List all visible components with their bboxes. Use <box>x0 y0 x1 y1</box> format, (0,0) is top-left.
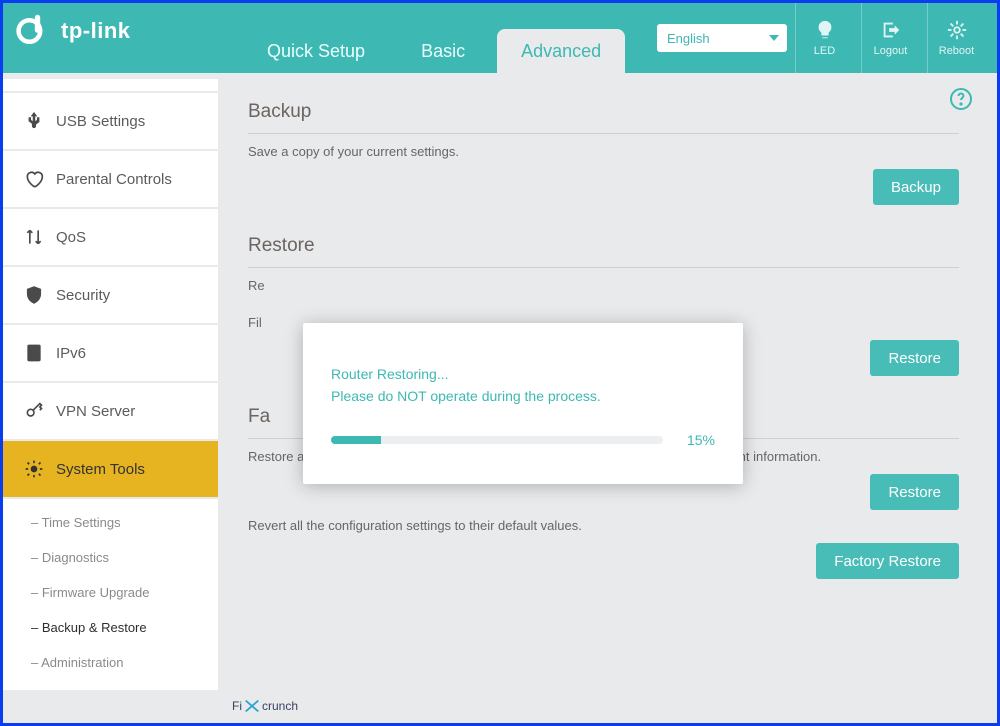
logout-icon <box>880 19 902 41</box>
tp-link-mark-icon <box>15 13 51 49</box>
factory-restore-button[interactable]: Factory Restore <box>816 543 959 579</box>
x-icon <box>243 697 261 715</box>
section-backup: Backup Save a copy of your current setti… <box>248 97 959 205</box>
progress-bar <box>331 436 663 444</box>
factory-restore-keep-button[interactable]: Restore <box>870 474 959 510</box>
sidebar-item-vpn[interactable]: VPN Server <box>3 383 218 439</box>
shield-icon <box>24 285 44 305</box>
section-title-restore: Restore <box>248 231 959 268</box>
backup-desc: Save a copy of your current settings. <box>248 144 959 159</box>
subitem-diagnostics[interactable]: – Diagnostics <box>3 540 218 575</box>
restore-row-1: Re <box>248 278 959 293</box>
subitem-backup-restore[interactable]: – Backup & Restore <box>3 610 218 645</box>
sidebar: USB Settings Parental Controls QoS Secur… <box>3 73 218 723</box>
tab-basic[interactable]: Basic <box>397 29 489 73</box>
heart-icon <box>24 169 44 189</box>
help-icon <box>949 87 973 111</box>
key-icon <box>24 401 44 421</box>
sidebar-item-ipv6[interactable]: IPv6 <box>3 325 218 381</box>
sidebar-item-parental[interactable]: Parental Controls <box>3 151 218 207</box>
led-button[interactable]: LED <box>795 3 853 73</box>
brand-name: tp-link <box>61 18 131 44</box>
doc-icon <box>24 343 44 363</box>
reboot-icon <box>946 19 968 41</box>
header-bar: tp-link Quick Setup Basic Advanced Engli… <box>3 3 997 73</box>
gear-icon <box>24 459 44 479</box>
language-select[interactable]: English <box>657 24 787 52</box>
reboot-button[interactable]: Reboot <box>927 3 985 73</box>
watermark: Fi crunch <box>232 697 298 715</box>
sidebar-item-usb[interactable]: USB Settings <box>3 93 218 149</box>
backup-button[interactable]: Backup <box>873 169 959 205</box>
tab-quick-setup[interactable]: Quick Setup <box>243 29 389 73</box>
section-title-backup: Backup <box>248 97 959 134</box>
logout-button[interactable]: Logout <box>861 3 919 73</box>
factory-desc-2: Revert all the configuration settings to… <box>248 518 959 533</box>
bulb-icon <box>814 19 836 41</box>
sidebar-item-system-tools[interactable]: System Tools <box>3 441 218 497</box>
help-button[interactable] <box>949 87 973 116</box>
restore-button[interactable]: Restore <box>870 340 959 376</box>
restore-progress-modal: Router Restoring... Please do NOT operat… <box>303 323 743 484</box>
progress-percent: 15% <box>677 432 715 448</box>
sidebar-item-qos[interactable]: QoS <box>3 209 218 265</box>
qos-icon <box>24 227 44 247</box>
subitem-time-settings[interactable]: – Time Settings <box>3 505 218 540</box>
sidebar-submenu: – Time Settings – Diagnostics – Firmware… <box>3 499 218 690</box>
subitem-administration[interactable]: – Administration <box>3 645 218 680</box>
usb-icon <box>24 111 44 131</box>
brand-logo: tp-link <box>15 13 131 49</box>
tab-advanced[interactable]: Advanced <box>497 29 625 73</box>
modal-line2: Please do NOT operate during the process… <box>331 385 715 407</box>
sidebar-item-security[interactable]: Security <box>3 267 218 323</box>
progress-fill <box>331 436 381 444</box>
main-tabs: Quick Setup Basic Advanced <box>243 3 625 73</box>
subitem-firmware[interactable]: – Firmware Upgrade <box>3 575 218 610</box>
modal-line1: Router Restoring... <box>331 363 715 385</box>
